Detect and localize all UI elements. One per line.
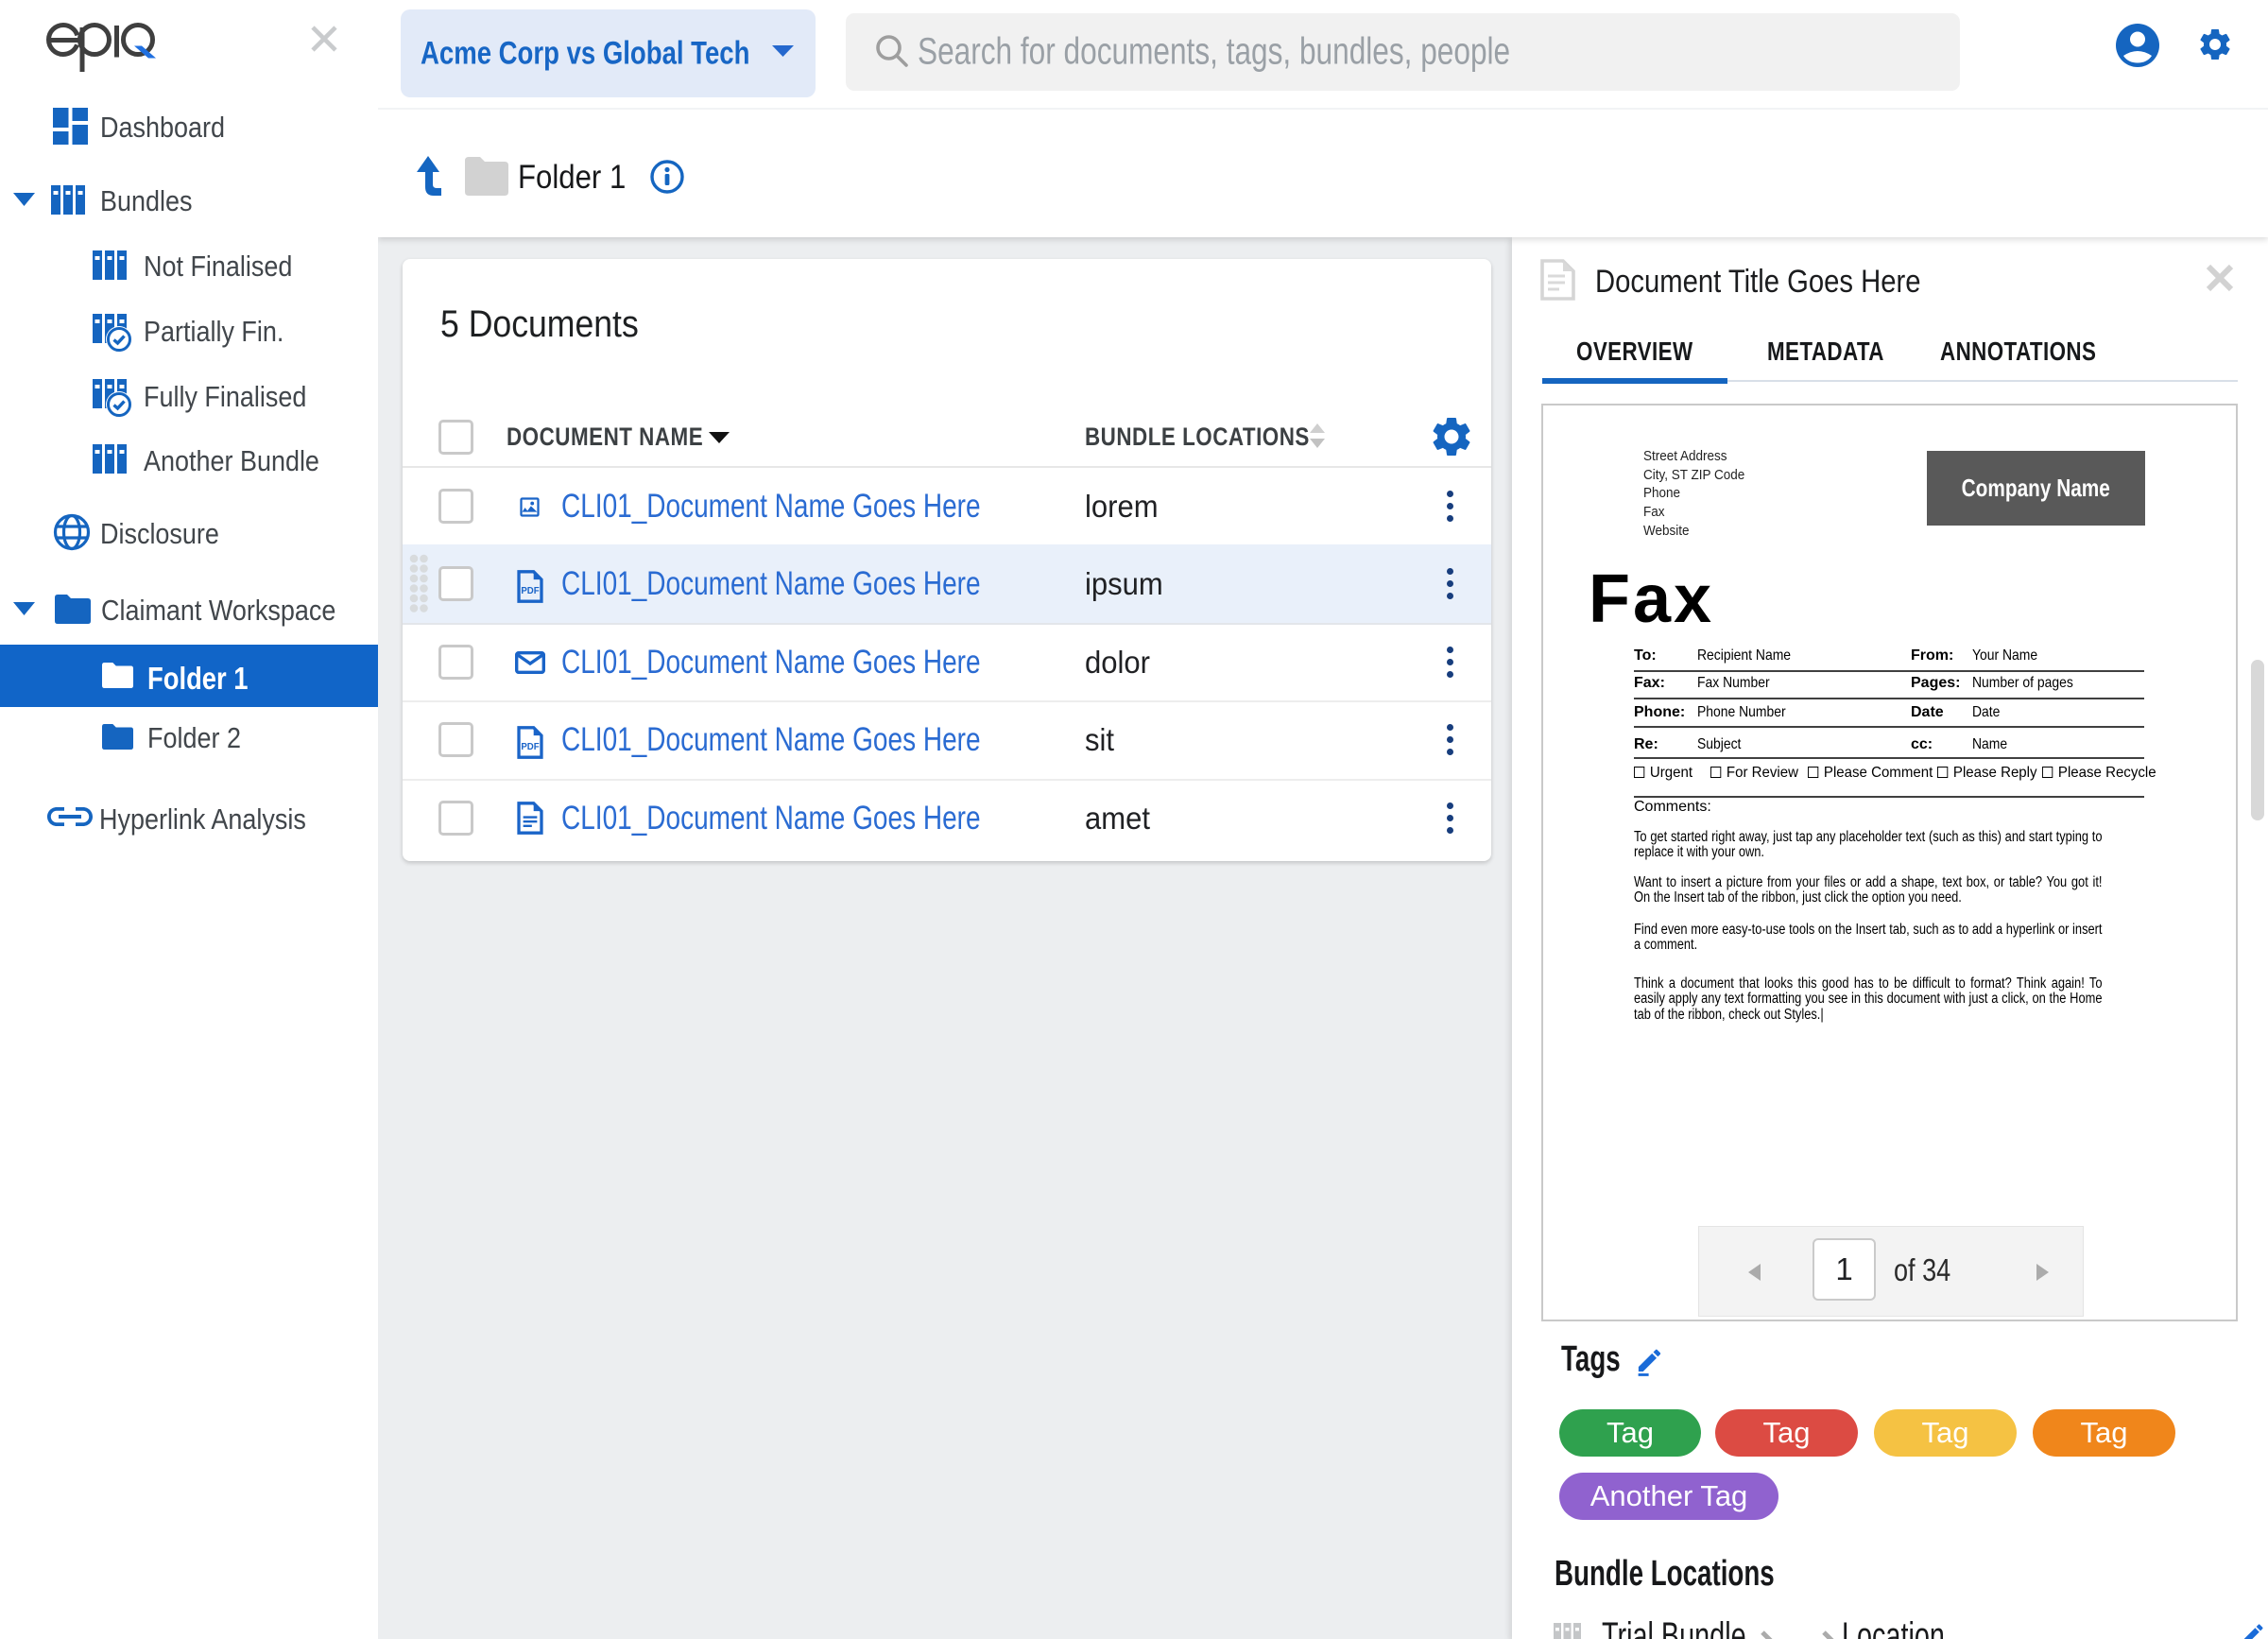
svg-text:PDF: PDF: [521, 742, 539, 752]
svg-text:PDF: PDF: [521, 586, 539, 596]
